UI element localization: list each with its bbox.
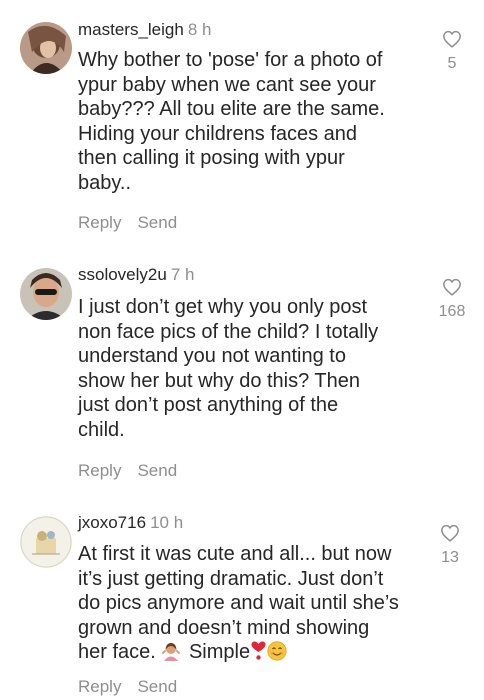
heart-exclamation-icon: [250, 641, 267, 661]
comment-line: it’s just getting dramatic. Just don’t: [78, 567, 384, 590]
like-count: 13: [441, 549, 459, 566]
like-count: 168: [438, 303, 466, 320]
avatar[interactable]: [20, 22, 72, 74]
timestamp: 10 h: [150, 513, 184, 532]
comment-item: jxoxo716 10 h At first it was cute and al…: [0, 496, 484, 700]
comment-line: then calling it posing with ypur: [78, 147, 345, 170]
like-area: 168: [432, 278, 472, 322]
timestamp: 8 h: [187, 20, 212, 39]
comment-line: child.: [78, 418, 125, 441]
comment-meta: masters_leigh 8 h: [78, 19, 211, 41]
send-button[interactable]: Send: [137, 677, 177, 696]
username[interactable]: ssolovely2u: [78, 265, 167, 284]
comment-line: grown and doesn’t mind showing: [78, 616, 370, 639]
comment-text: I just don’t get why you only post non f…: [78, 295, 428, 443]
comment-line: just don’t post anything of the: [78, 394, 339, 417]
comment-text: At first it was cute and all... but now …: [78, 542, 428, 665]
avatar[interactable]: [20, 268, 72, 320]
comment-item: ssolovely2u 7 h I just don’t get why you …: [0, 248, 484, 496]
smiling-face-icon: [267, 641, 287, 661]
comment-fragment: her face.: [78, 641, 156, 664]
comment-actions: Reply Send: [78, 460, 177, 482]
comment-line: I just don’t get why you only post: [78, 296, 368, 318]
username[interactable]: jxoxo716: [78, 513, 146, 532]
comment-line: her face. Simple: [78, 640, 428, 665]
reply-button[interactable]: Reply: [78, 677, 121, 696]
heart-outline-icon[interactable]: [430, 524, 470, 542]
comment-line: do pics anymore and wait until she’s: [78, 592, 399, 615]
like-count: 5: [447, 55, 457, 72]
heart-outline-icon[interactable]: [432, 278, 472, 296]
comment-line: non face pics of the child? I totally: [78, 320, 379, 343]
like-area: 5: [432, 30, 472, 74]
comment-item: masters_leigh 8 h Why bother to 'pose' fo…: [0, 0, 484, 248]
comment-fragment: Simple: [188, 641, 251, 664]
reply-button[interactable]: Reply: [78, 213, 121, 232]
comment-line: baby??? All tou elite are the same.: [78, 98, 385, 121]
comment-meta: jxoxo716 10 h: [78, 512, 183, 534]
comment-line: At first it was cute and all... but now: [78, 543, 392, 565]
comment-line: Hiding your childrens faces and: [78, 122, 358, 145]
comment-line: show her but why do this? Then: [78, 369, 361, 392]
comment-text: Why bother to 'pose' for a photo of ypur…: [78, 48, 428, 196]
comment-meta: ssolovely2u 7 h: [78, 264, 194, 286]
reply-button[interactable]: Reply: [78, 461, 121, 480]
comment-line: ypur baby when we cant see your: [78, 73, 376, 96]
comment-actions: Reply Send: [78, 676, 177, 698]
like-area: 13: [430, 524, 470, 568]
woman-shrugging-icon: [161, 641, 181, 662]
comment-line: baby..: [78, 171, 131, 194]
timestamp: 7 h: [170, 265, 195, 284]
comment-actions: Reply Send: [78, 212, 177, 234]
heart-outline-icon[interactable]: [432, 30, 472, 48]
username[interactable]: masters_leigh: [78, 20, 184, 39]
comment-line: Why bother to 'pose' for a photo of: [78, 49, 383, 71]
send-button[interactable]: Send: [137, 461, 177, 480]
comment-line: understand you not wanting to: [78, 345, 346, 368]
send-button[interactable]: Send: [137, 213, 177, 232]
avatar[interactable]: [20, 516, 72, 568]
